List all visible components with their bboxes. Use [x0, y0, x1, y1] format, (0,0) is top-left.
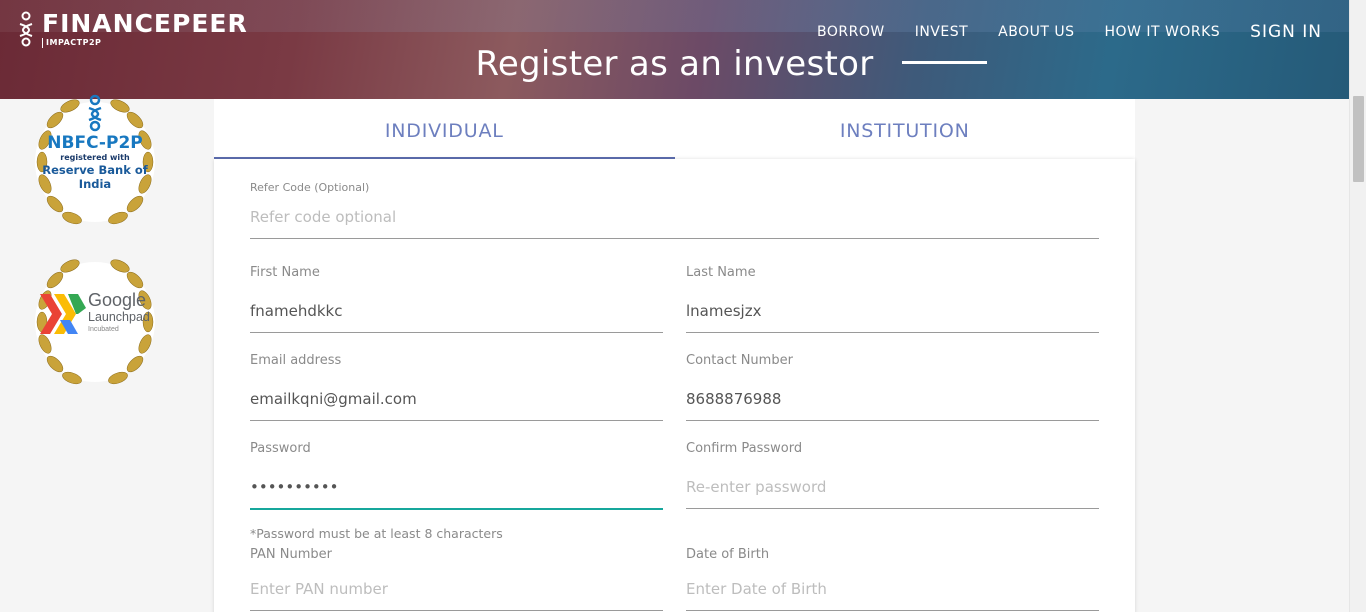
first-name-label: First Name: [250, 265, 320, 280]
email-field: Email address: [250, 353, 663, 421]
page-scrollbar[interactable]: [1349, 0, 1366, 612]
contact-number-input[interactable]: [686, 390, 1099, 421]
email-input[interactable]: [250, 390, 663, 421]
title-underline: [902, 61, 987, 64]
brand-name: FINANCEPEER: [42, 9, 248, 38]
main-nav: BORROW INVEST ABOUT US HOW IT WORKS SIGN…: [787, 22, 1322, 42]
launchpad-text: Launchpad: [88, 310, 150, 324]
nbfc-p2p-badge: NBFC-P2P registered with Reserve Bank of…: [20, 90, 170, 235]
last-name-label: Last Name: [686, 265, 756, 280]
refer-code-label: Refer Code (Optional): [250, 181, 370, 194]
nbfc-registered-text: registered with: [60, 153, 130, 162]
incubated-text: Incubated: [88, 326, 119, 333]
nbfc-india-text: India: [78, 177, 112, 191]
sign-in-link[interactable]: SIGN IN: [1250, 22, 1322, 42]
tab-individual[interactable]: INDIVIDUAL: [214, 99, 675, 159]
header-banner: FINANCEPEER IMPACTP2P BORROW INVEST ABOU…: [0, 0, 1349, 99]
scrollbar-thumb[interactable]: [1353, 96, 1364, 182]
password-input[interactable]: [250, 478, 663, 510]
date-of-birth-field: Date of Birth: [686, 547, 1099, 611]
first-name-input[interactable]: [250, 302, 663, 333]
tab-institution[interactable]: INSTITUTION: [675, 99, 1136, 159]
nav-how-it-works[interactable]: HOW IT WORKS: [1105, 24, 1221, 40]
nav-about-us[interactable]: ABOUT US: [998, 24, 1074, 40]
contact-number-label: Contact Number: [686, 353, 793, 368]
contact-number-field: Contact Number: [686, 353, 1099, 421]
financepeer-logo-icon: [19, 11, 33, 47]
nbfc-rbi-text: Reserve Bank of: [42, 163, 148, 177]
password-hint: *Password must be at least 8 characters: [250, 526, 503, 541]
registration-tabs: INDIVIDUAL INSTITUTION: [214, 99, 1135, 159]
nav-borrow[interactable]: BORROW: [817, 24, 885, 40]
pan-number-field: PAN Number: [250, 547, 663, 611]
pan-number-label: PAN Number: [250, 547, 332, 562]
confirm-password-input[interactable]: [686, 478, 1099, 509]
password-label: Password: [250, 441, 311, 456]
nav-invest[interactable]: INVEST: [915, 24, 968, 40]
nbfc-title: NBFC-P2P: [47, 133, 143, 153]
refer-code-input[interactable]: [250, 208, 1099, 239]
confirm-password-label: Confirm Password: [686, 441, 803, 456]
date-of-birth-label: Date of Birth: [686, 547, 770, 562]
date-of-birth-input[interactable]: [686, 580, 1099, 611]
pan-number-input[interactable]: [250, 580, 663, 611]
google-launchpad-badge: Google Launchpad Incubated: [20, 250, 170, 395]
confirm-password-field: Confirm Password: [686, 441, 1099, 509]
refer-code-field: Refer Code (Optional): [250, 181, 1099, 239]
last-name-field: Last Name: [686, 265, 1099, 333]
page-title: Register as an investor: [475, 44, 874, 84]
brand-logo[interactable]: FINANCEPEER IMPACTP2P: [16, 10, 248, 48]
google-name: Google: [88, 290, 147, 310]
password-field: Password: [250, 441, 663, 510]
last-name-input[interactable]: [686, 302, 1099, 333]
first-name-field: First Name: [250, 265, 663, 333]
email-label: Email address: [250, 353, 342, 368]
